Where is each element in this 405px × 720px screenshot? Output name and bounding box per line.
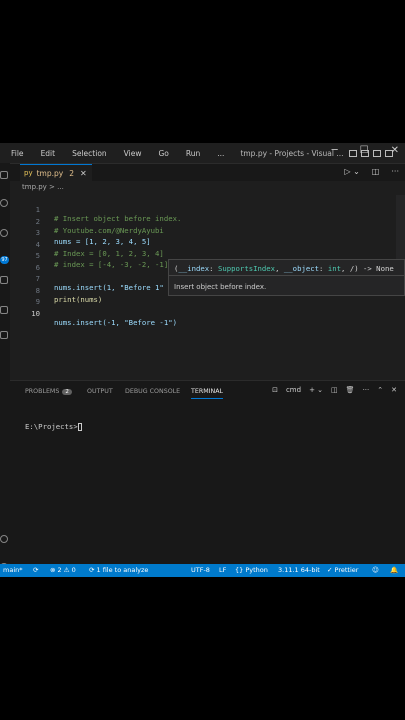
popup-divider: [169, 275, 404, 276]
maximize-icon[interactable]: ☐: [360, 145, 369, 156]
breadcrumb[interactable]: tmp.py > ...: [22, 183, 64, 191]
menu-selection[interactable]: Selection: [72, 149, 107, 158]
status-sync-icon[interactable]: ⟳: [33, 566, 38, 574]
title-bar: File Edit Selection View Go Run ... tmp.…: [0, 143, 405, 164]
status-encoding[interactable]: UTF-8: [191, 566, 210, 574]
signature-text: (__index: SupportsIndex, __object: int, …: [174, 264, 394, 273]
close-tab-icon[interactable]: ✕: [80, 169, 87, 178]
code-line: 1 # Insert object before index.: [10, 196, 405, 223]
menu-run[interactable]: Run: [186, 149, 200, 158]
editor-tab-bar: py tmp.py 2 ✕ ▷ ⌄ ◫ ···: [10, 164, 405, 181]
vscode-window: File Edit Selection View Go Run ... tmp.…: [0, 143, 405, 577]
tab-terminal[interactable]: TERMINAL: [191, 388, 224, 399]
status-notifications-icon[interactable]: 🔔: [390, 566, 398, 574]
sig-param-object: __object: [283, 264, 320, 273]
bottom-panel: PROBLEMS 2 OUTPUT DEBUG CONSOLE TERMINAL …: [10, 380, 405, 564]
terminal-actions: ⊡ cmd + ⌄ ◫ 🗑 ··· ⌃ ✕: [272, 386, 397, 394]
code-line: 5 # index = [-4, -3, -2, -1]: [10, 242, 405, 269]
tab-debug-console[interactable]: DEBUG CONSOLE: [125, 388, 180, 395]
status-bar: main* ⟳ ⊗ 2 ⚠ 0 ⟳ 1 file to analyze UTF-…: [0, 564, 405, 577]
panel-tabs: PROBLEMS 2 OUTPUT DEBUG CONSOLE TERMINAL …: [10, 381, 405, 401]
tab-output[interactable]: OUTPUT: [87, 388, 113, 395]
sig-param-index: __index: [178, 264, 210, 273]
run-python-icon[interactable]: ▷ ⌄: [344, 167, 359, 176]
status-problems[interactable]: ⊗ 2 ⚠ 0: [50, 566, 76, 574]
tab-label: tmp.py: [36, 168, 64, 178]
explorer-icon[interactable]: [0, 171, 8, 179]
code-line: 2 # Youtube.com/@NerdyAyubi: [10, 208, 405, 235]
run-debug-icon[interactable]: [0, 276, 8, 284]
menu-edit[interactable]: Edit: [41, 149, 56, 158]
terminal-prompt: E:\Projects>: [25, 422, 78, 431]
code-line: 3 nums = [1, 2, 3, 4, 5]: [10, 219, 405, 246]
sig-type-int: int: [327, 264, 342, 273]
line-number: 10: [31, 308, 40, 318]
problems-count-badge: 2: [62, 389, 72, 395]
terminal-shell-name[interactable]: cmd: [286, 386, 301, 394]
more-actions-icon[interactable]: ···: [391, 167, 399, 176]
maximize-panel-icon[interactable]: ⌃: [377, 386, 383, 394]
status-interpreter[interactable]: 3.11.1 64-bit: [278, 566, 320, 574]
python-file-icon: py: [24, 169, 33, 177]
code-line-active: 10 nums.insert(-1, "Before -1"): [10, 300, 405, 327]
window-title: tmp.py - Projects - Visual ...: [240, 148, 344, 158]
sig-comma: ,: [275, 264, 284, 273]
code-text: nums.insert(-1, "Before -1"): [54, 317, 178, 327]
split-editor-icon[interactable]: ◫: [372, 167, 380, 176]
activity-bar: 97: [0, 163, 10, 571]
sig-type-supportsindex: SupportsIndex: [217, 264, 276, 273]
status-analysis[interactable]: ⟳ 1 file to analyze: [89, 566, 148, 574]
search-icon[interactable]: [0, 199, 8, 207]
terminal-icon: ⊡: [272, 386, 278, 394]
menu-more[interactable]: ...: [217, 149, 224, 158]
terminal-output[interactable]: E:\Projects>: [25, 422, 82, 431]
status-eol[interactable]: LF: [219, 566, 226, 574]
minimize-icon[interactable]: ─: [332, 145, 338, 156]
tab-problems-label: PROBLEMS: [25, 388, 60, 395]
code-line: 4 # Index = [0, 1, 2, 3, 4]: [10, 231, 405, 258]
menu-view[interactable]: View: [124, 149, 142, 158]
status-language[interactable]: {} Python: [235, 566, 268, 574]
editor-actions: ▷ ⌄ ◫ ···: [344, 167, 399, 176]
sig-colon: :: [319, 264, 328, 273]
status-branch[interactable]: main*: [3, 566, 23, 574]
extensions-icon[interactable]: [0, 306, 8, 314]
remote-explorer-icon[interactable]: [0, 331, 8, 339]
account-icon[interactable]: [0, 535, 8, 543]
signature-help-popup: (__index: SupportsIndex, __object: int, …: [168, 259, 405, 296]
more-panel-icon[interactable]: ···: [363, 386, 370, 394]
sig-colon: :: [209, 264, 218, 273]
window-controls: ─ ☐ ✕: [332, 145, 399, 156]
split-terminal-icon[interactable]: ◫: [331, 386, 338, 394]
kill-terminal-icon[interactable]: 🗑: [346, 386, 355, 394]
tab-problems[interactable]: PROBLEMS 2: [25, 388, 72, 395]
source-control-badge: 97: [0, 256, 9, 264]
close-panel-icon[interactable]: ✕: [391, 386, 397, 394]
status-feedback-icon[interactable]: ☺: [372, 566, 379, 574]
source-control-icon[interactable]: [0, 229, 8, 237]
status-prettier[interactable]: ✓ Prettier: [327, 566, 358, 574]
tab-tmp-py[interactable]: py tmp.py 2 ✕: [20, 164, 92, 181]
menu-go[interactable]: Go: [158, 149, 168, 158]
new-terminal-icon[interactable]: + ⌄: [309, 386, 323, 394]
sig-return: , /) -> None: [341, 264, 394, 273]
menu-file[interactable]: File: [11, 149, 24, 158]
signature-doc: Insert object before index.: [174, 283, 267, 291]
terminal-cursor: [77, 423, 82, 431]
tab-problem-count: 2: [69, 168, 74, 178]
close-window-icon[interactable]: ✕: [391, 145, 399, 156]
